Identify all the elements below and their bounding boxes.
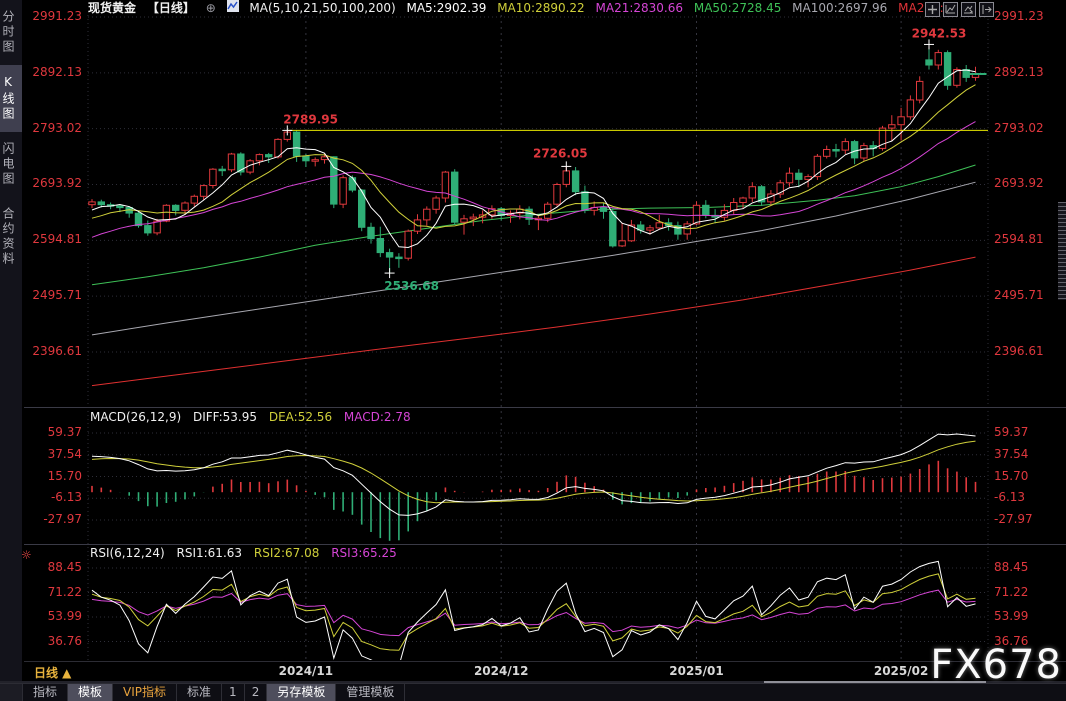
chart-header: 现货黄金 【日线】 ⊕ MA(5,10,21,50,100,200) MA5:2… [88, 0, 958, 16]
axis-tick-label: 59.37 [994, 425, 1028, 439]
sidebar: 分时图 K线图 闪电图 合约资料 [0, 0, 22, 701]
chart-type-icon[interactable] [227, 1, 239, 15]
axis-tick-label: 15.70 [994, 469, 1028, 483]
sidebar-item-time-chart[interactable]: 分时图 [0, 0, 22, 65]
ma50-value: MA50:2728.45 [694, 1, 782, 15]
axis-tick-label: 88.45 [994, 560, 1028, 574]
axis-tick-label: 2495.71 [994, 288, 1044, 302]
date-label: 2025/02 [873, 664, 929, 678]
axis-tick-label: 2495.71 [32, 288, 82, 302]
scale-right-icon[interactable] [961, 2, 976, 17]
ma10-value: MA10:2890.22 [497, 1, 585, 15]
axis-tick-label: 88.45 [48, 560, 82, 574]
rsi1-value: RSI1:61.63 [177, 546, 243, 560]
axis-tick-label: -27.97 [43, 512, 82, 526]
toolbar-tab-2[interactable]: 2 [245, 684, 268, 701]
macd-legend: MACD(26,12,9) DIFF:53.95 DEA:52.56 MACD:… [90, 410, 419, 426]
toolbar-tab-1[interactable]: 1 [222, 684, 245, 701]
toolbar-tab-vip-indicators[interactable]: VIP指标 [113, 684, 177, 701]
axis-tick-label: 36.76 [48, 634, 82, 648]
move-icon[interactable] [925, 2, 940, 17]
axis-tick-label: 2991.23 [32, 9, 82, 23]
axis-tick-label: 2594.81 [32, 232, 82, 246]
axis-tick-label: -6.13 [994, 490, 1025, 504]
axis-tick-label: 53.99 [994, 609, 1028, 623]
sidebar-item-kline-chart[interactable]: K线图 [0, 65, 22, 132]
axis-tick-label: 15.70 [48, 469, 82, 483]
axis-tick-label: 53.99 [48, 609, 82, 623]
axis-tick-label: 37.54 [48, 447, 82, 461]
price-chart-canvas[interactable]: 2789.95 2536.68 2726.05 2942.53 [0, 0, 1066, 701]
period-selector[interactable]: 日线 ▲ [34, 664, 71, 681]
ma5-value: MA5:2902.39 [406, 1, 486, 15]
time-axis: 日线 ▲ 2024/11 2024/12 2025/01 2025/02 [0, 662, 1066, 681]
axis-tick-label: 37.54 [994, 447, 1028, 461]
panel-divider[interactable] [24, 544, 1066, 545]
axis-tick-label: 2892.13 [32, 65, 82, 79]
ma-params: MA(5,10,21,50,100,200) [249, 1, 395, 15]
macd-params: MACD(26,12,9) [90, 410, 181, 424]
macd-value: MACD:2.78 [344, 410, 411, 424]
ma100-value: MA100:2697.96 [792, 1, 887, 15]
axis-tick-label: -6.13 [51, 490, 82, 504]
ma21-value: MA21:2830.66 [596, 1, 684, 15]
date-label: 2025/01 [669, 664, 725, 678]
svg-text:2942.53: 2942.53 [912, 26, 967, 40]
svg-text:2536.68: 2536.68 [384, 279, 439, 293]
toolbar-tab-standard[interactable]: 标准 [177, 684, 222, 701]
axis-tick-label: 2793.02 [994, 121, 1044, 135]
axis-tick-label: -27.97 [994, 512, 1033, 526]
axis-tick-label: 2396.61 [32, 344, 82, 358]
vertical-scrollbar[interactable] [1058, 202, 1066, 300]
axis-tick-label: 2594.81 [994, 232, 1044, 246]
instrument-title: 现货黄金 [88, 1, 136, 15]
rsi2-value: RSI2:67.08 [254, 546, 320, 560]
period-badge: 【日线】 [147, 1, 195, 15]
price-axis-right: 2991.23 2892.13 2793.02 2693.92 2594.81 2495.… [992, 0, 1066, 701]
axis-tick-label: 2892.13 [994, 65, 1044, 79]
sidebar-item-lightning-chart[interactable]: 闪电图 [0, 132, 22, 197]
axis-tick-label: 2991.23 [994, 9, 1044, 23]
svg-text:2789.95: 2789.95 [283, 112, 338, 126]
macd-diff-value: DIFF:53.95 [193, 410, 257, 424]
rsi3-value: RSI3:65.25 [331, 546, 397, 560]
axis-tick-label: 2693.92 [994, 176, 1044, 190]
svg-text:2726.05: 2726.05 [533, 146, 588, 160]
toolbar-tab-templates[interactable]: 模板 [68, 684, 113, 701]
axis-tick-label: 2396.61 [994, 344, 1044, 358]
date-label: 2024/11 [278, 664, 334, 678]
rsi-params: RSI(6,12,24) [90, 546, 165, 560]
toolbar-tab-manage-templates[interactable]: 管理模板 [336, 684, 405, 701]
trading-app: 分时图 K线图 闪电图 合约资料 现货黄金 【日线】 ⊕ MA(5,10,21,… [0, 0, 1066, 701]
bottom-toolbar: 指标 模板 VIP指标 标准 1 2 另存模板 管理模板 [0, 683, 1066, 701]
toolbar-tab-indicators[interactable]: 指标 [23, 684, 68, 701]
date-label: 2024/12 [473, 664, 529, 678]
axis-tick-label: 2793.02 [32, 121, 82, 135]
axis-tick-label: 71.22 [48, 585, 82, 599]
jump-latest-icon[interactable] [979, 2, 994, 17]
axis-tick-label: 2693.92 [32, 176, 82, 190]
sidebar-item-contract-info[interactable]: 合约资料 [0, 197, 22, 277]
axis-tick-label: 71.22 [994, 585, 1028, 599]
panel-divider[interactable] [24, 407, 1066, 408]
chart-toolbar-icons [925, 2, 994, 17]
indicator-settings-icon[interactable]: ☼ [21, 548, 32, 562]
macd-dea-value: DEA:52.56 [269, 410, 332, 424]
rsi-legend: RSI(6,12,24) RSI1:61.63 RSI2:67.08 RSI3:… [90, 546, 405, 562]
scale-up-icon[interactable] [943, 2, 958, 17]
watermark: FX678 [930, 642, 1062, 688]
axis-tick-label: 59.37 [48, 425, 82, 439]
add-indicator-icon[interactable]: ⊕ [206, 1, 216, 15]
toolbar-corner [0, 684, 23, 701]
toolbar-tab-save-template[interactable]: 另存模板 [267, 684, 336, 701]
